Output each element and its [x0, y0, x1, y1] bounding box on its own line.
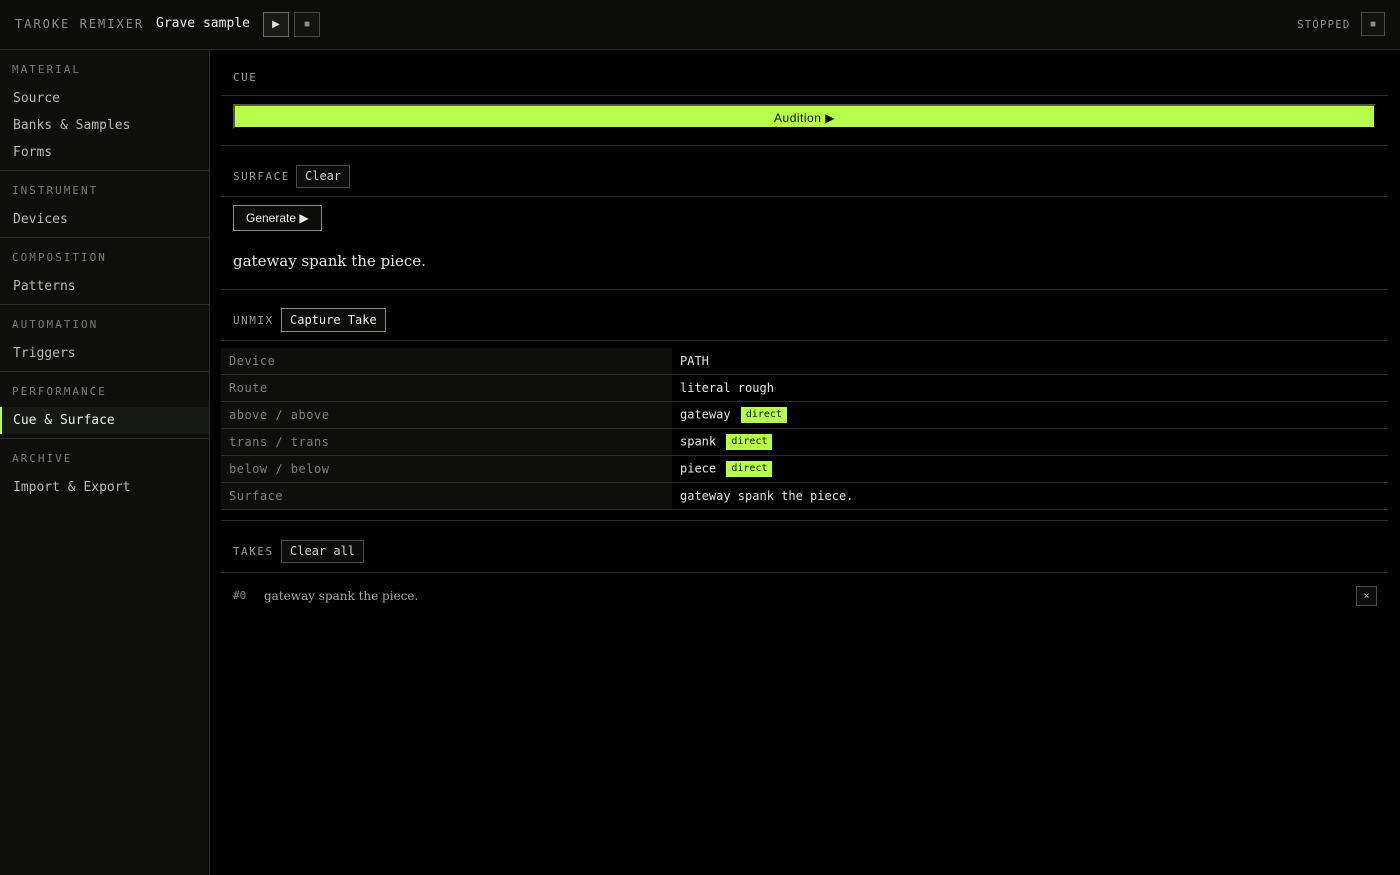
- row-value: literal rough: [672, 374, 1388, 402]
- sidebar-item-devices[interactable]: Devices: [0, 206, 209, 233]
- sidebar-item-triggers[interactable]: Triggers: [0, 340, 209, 367]
- surface-clear-button[interactable]: Clear: [296, 165, 351, 188]
- sidebar-section-title: INSTRUMENT: [12, 184, 99, 197]
- divider: [221, 196, 1388, 197]
- row-value-text: spank: [680, 434, 717, 448]
- close-icon: ×: [1363, 590, 1370, 602]
- table-row: Surface gateway spank the piece.: [221, 482, 1388, 510]
- status-stop-button[interactable]: ■: [1361, 12, 1385, 36]
- clear-all-takes-button[interactable]: Clear all: [281, 540, 365, 563]
- top-bar: TAROKE REMIXER Grave sample ▶ ■ STOPPED …: [0, 0, 1400, 50]
- surface-label: SURFACE: [233, 170, 290, 183]
- sidebar-section-title: ARCHIVE: [12, 452, 73, 465]
- stop-icon: ■: [303, 19, 311, 30]
- sidebar-item-forms[interactable]: Forms: [0, 139, 209, 166]
- row-value: gateway spank the piece.: [672, 482, 1388, 510]
- divider: [221, 520, 1388, 521]
- table-header-key: Device: [221, 348, 672, 375]
- surface-output-text: gateway spank the piece.: [233, 252, 426, 270]
- cue-section-header: CUE: [221, 50, 1388, 96]
- unmix-table: Device PATH Route literal rough above / …: [221, 348, 1388, 510]
- row-value-text: gateway spank the piece.: [680, 488, 854, 503]
- table-header-row: Device PATH: [221, 348, 1388, 375]
- stop-button[interactable]: ■: [294, 12, 320, 37]
- take-text[interactable]: gateway spank the piece.: [264, 589, 418, 603]
- row-value: spank direct: [672, 428, 1388, 456]
- sidebar-item-import-export[interactable]: Import & Export: [0, 474, 209, 501]
- cue-label: CUE: [233, 71, 258, 84]
- sidebar-section-title: COMPOSITION: [12, 251, 107, 264]
- main-panel: CUE Audition ▶ SURFACE Clear Generate ▶ …: [221, 50, 1388, 606]
- divider: [221, 572, 1388, 573]
- table-row: below / below piece direct: [221, 455, 1388, 483]
- sidebar-section-archive: ARCHIVE Import & Export: [0, 439, 209, 505]
- direct-badge: direct: [726, 433, 773, 450]
- sidebar: MATERIAL Source Banks & Samples Forms IN…: [0, 50, 210, 875]
- unmix-label: UNMIX: [233, 314, 274, 327]
- remove-take-button[interactable]: ×: [1356, 586, 1377, 606]
- capture-take-button[interactable]: Capture Take: [281, 308, 386, 332]
- direct-badge: direct: [726, 460, 773, 477]
- table-row: above / above gateway direct: [221, 401, 1388, 429]
- play-button[interactable]: ▶: [263, 12, 289, 37]
- row-key: above / above: [221, 401, 672, 429]
- stop-icon: ■: [1369, 18, 1377, 30]
- sidebar-section-automation: AUTOMATION Triggers: [0, 305, 209, 372]
- divider: [221, 145, 1388, 146]
- audition-button[interactable]: Audition ▶: [233, 104, 1376, 129]
- sidebar-item-source[interactable]: Source: [0, 85, 209, 112]
- row-value: piece direct: [672, 455, 1388, 483]
- play-icon: ▶: [272, 19, 280, 30]
- row-value-text: literal rough: [680, 380, 774, 395]
- direct-badge: direct: [740, 406, 787, 423]
- sidebar-section-title: AUTOMATION: [12, 318, 99, 331]
- divider: [221, 340, 1388, 341]
- sidebar-item-patterns[interactable]: Patterns: [0, 273, 209, 300]
- sidebar-item-banks-samples[interactable]: Banks & Samples: [0, 112, 209, 139]
- sidebar-section-instrument: INSTRUMENT Devices: [0, 171, 209, 238]
- document-title: Grave sample: [156, 16, 250, 31]
- row-key: Route: [221, 374, 672, 402]
- table-row: Route literal rough: [221, 374, 1388, 402]
- row-value: gateway direct: [672, 401, 1388, 429]
- sidebar-section-composition: COMPOSITION Patterns: [0, 238, 209, 305]
- sidebar-section-title: MATERIAL: [12, 63, 81, 76]
- transport-status: STOPPED: [1297, 18, 1351, 31]
- sidebar-section-material: MATERIAL Source Banks & Samples Forms: [0, 50, 209, 171]
- sidebar-section-performance: PERFORMANCE Cue & Surface: [0, 372, 209, 439]
- take-id: #0: [233, 589, 247, 602]
- row-value-text: gateway: [680, 407, 731, 421]
- divider: [221, 289, 1388, 290]
- row-key: below / below: [221, 455, 672, 483]
- sidebar-section-title: PERFORMANCE: [12, 385, 107, 398]
- table-row: trans / trans spank direct: [221, 428, 1388, 456]
- row-key: trans / trans: [221, 428, 672, 456]
- takes-label: TAKES: [233, 545, 274, 558]
- table-header-value: PATH: [672, 348, 1388, 375]
- row-key: Surface: [221, 482, 672, 510]
- sidebar-item-cue-surface[interactable]: Cue & Surface: [0, 407, 209, 434]
- row-value-text: piece: [680, 461, 717, 475]
- generate-button[interactable]: Generate ▶: [233, 205, 322, 231]
- app-title: TAROKE REMIXER: [15, 17, 145, 31]
